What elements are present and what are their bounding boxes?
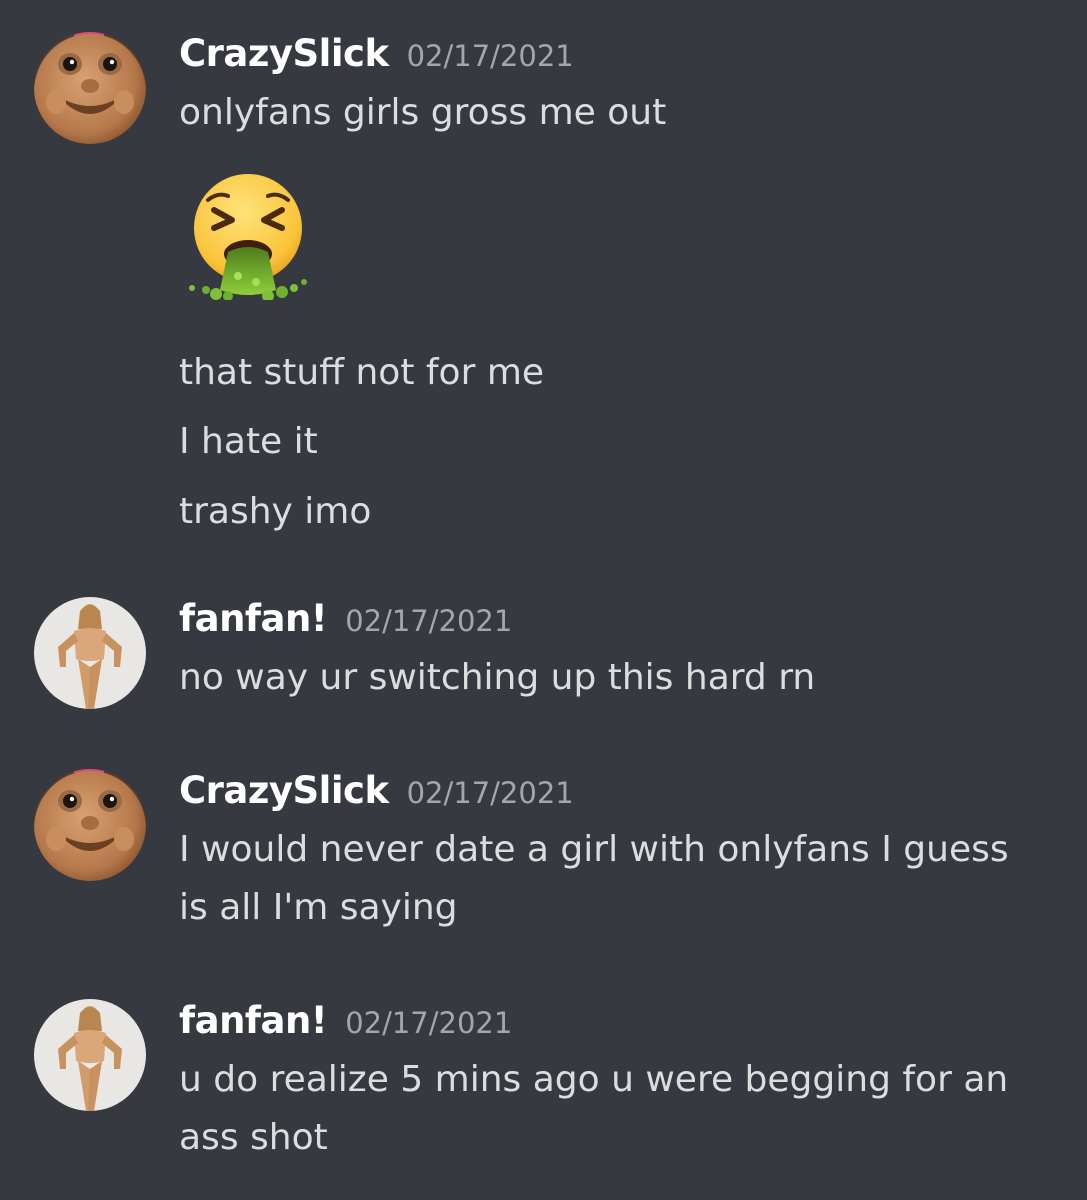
message-header: fanfan! 02/17/2021 (179, 597, 512, 645)
message-header: CrazySlick 02/17/2021 (179, 32, 574, 80)
vomiting-face-emoji (184, 172, 312, 300)
message-text: no way ur switching up this hard rn (179, 657, 816, 698)
message-text: I would never date a girl with onlyfans … (179, 829, 1009, 870)
message-text: ass shot (179, 1117, 328, 1158)
message-header: fanfan! 02/17/2021 (179, 999, 512, 1047)
message-text: onlyfans girls gross me out (179, 92, 667, 133)
message-text: that stuff not for me (179, 352, 545, 393)
username[interactable]: CrazySlick (179, 769, 389, 812)
doll-figure-avatar[interactable] (34, 999, 146, 1111)
username[interactable]: CrazySlick (179, 32, 389, 75)
username[interactable]: fanfan! (179, 597, 328, 640)
message-text: trashy imo (179, 491, 372, 532)
message-text: I hate it (179, 421, 318, 462)
troll-doll-avatar[interactable] (34, 769, 146, 881)
doll-figure-avatar[interactable] (34, 597, 146, 709)
message-text: is all I'm saying (179, 887, 458, 928)
troll-doll-avatar[interactable] (34, 32, 146, 144)
message-text: u do realize 5 mins ago u were begging f… (179, 1059, 1009, 1100)
timestamp: 02/17/2021 (345, 1006, 513, 1040)
username[interactable]: fanfan! (179, 999, 328, 1042)
timestamp: 02/17/2021 (345, 604, 513, 638)
message-header: CrazySlick 02/17/2021 (179, 769, 574, 817)
timestamp: 02/17/2021 (406, 776, 574, 810)
timestamp: 02/17/2021 (406, 39, 574, 73)
